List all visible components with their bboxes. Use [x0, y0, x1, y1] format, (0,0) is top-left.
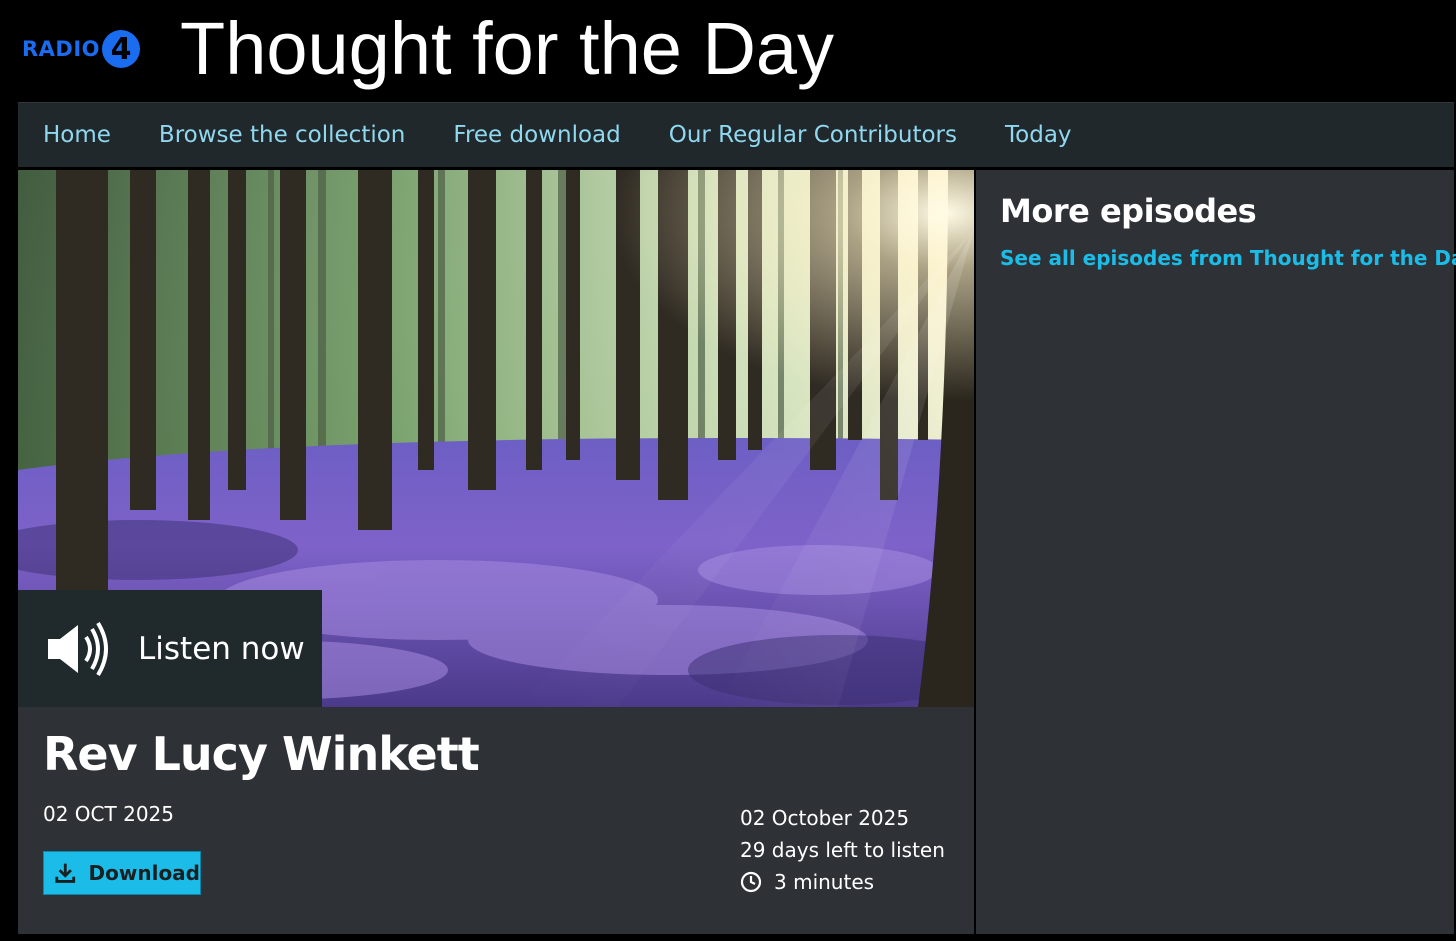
header: RADIO 4 Thought for the Day — [0, 0, 1456, 102]
see-all-episodes-link[interactable]: See all episodes from Thought for the Da… — [1000, 246, 1456, 270]
download-button[interactable]: Download — [43, 851, 201, 895]
main-nav: Home Browse the collection Free download… — [18, 102, 1454, 168]
logo-badge: 4 — [102, 30, 141, 68]
episode-duration: 3 minutes — [774, 870, 875, 894]
episode-date-long: 02 October 2025 — [740, 806, 910, 830]
listen-now-button[interactable]: Listen now — [18, 590, 322, 707]
download-icon — [55, 863, 76, 883]
nav-item-today[interactable]: Today — [1005, 122, 1072, 148]
radio4-logo[interactable]: RADIO 4 — [22, 30, 141, 68]
nav-item-home[interactable]: Home — [43, 122, 111, 148]
episode-duration-row: 3 minutes — [740, 866, 945, 898]
listen-now-label: Listen now — [138, 630, 305, 667]
page: RADIO 4 Thought for the Day Home Browse … — [0, 0, 1456, 941]
episode-info: Rev Lucy Winkett 02 OCT 2025 Download 02… — [18, 707, 974, 934]
logo-text: RADIO — [22, 37, 101, 61]
speaker-icon — [48, 621, 108, 676]
episode-availability: 29 days left to listen — [740, 838, 945, 862]
more-episodes-panel: More episodes See all episodes from Thou… — [976, 170, 1456, 934]
site-title: Thought for the Day — [180, 7, 835, 90]
nav-item-browse-collection[interactable]: Browse the collection — [159, 122, 405, 148]
more-episodes-heading: More episodes — [1000, 192, 1257, 230]
clock-icon — [740, 871, 762, 893]
hero-image: Listen now — [18, 170, 974, 707]
nav-item-free-download[interactable]: Free download — [453, 122, 620, 148]
episode-date-short: 02 OCT 2025 — [43, 802, 174, 826]
episode-meta: 02 October 2025 29 days left to listen 3… — [740, 802, 945, 898]
nav-item-regular-contributors[interactable]: Our Regular Contributors — [669, 122, 957, 148]
episode-title: Rev Lucy Winkett — [43, 727, 480, 781]
download-label: Download — [88, 861, 200, 885]
